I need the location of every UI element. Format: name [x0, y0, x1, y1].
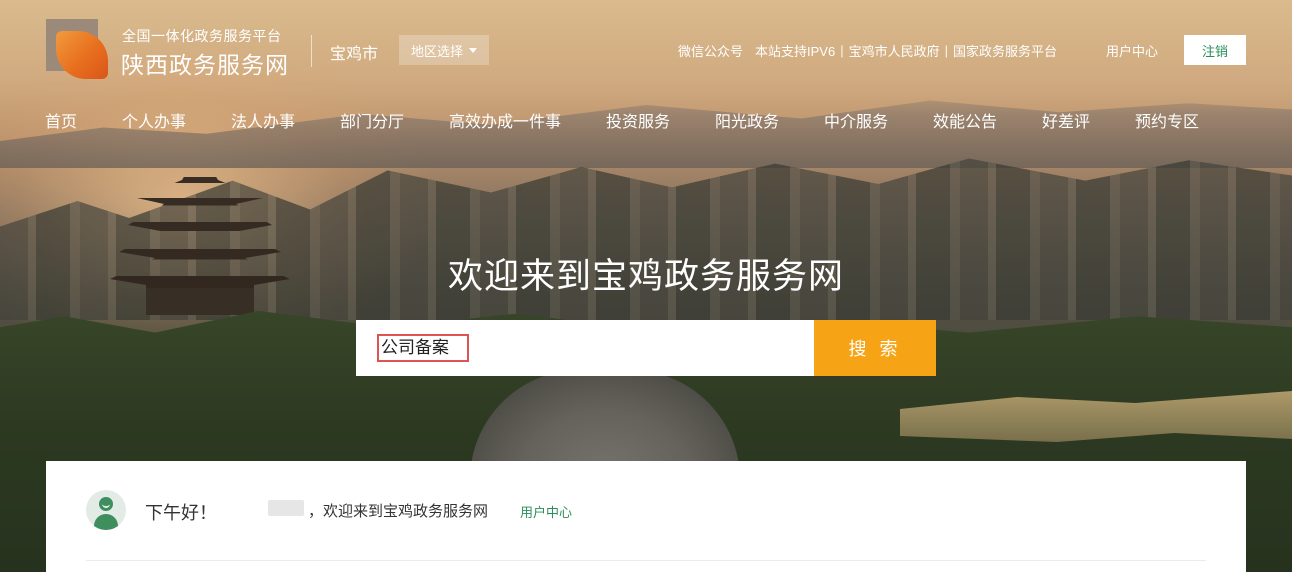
- user-panel: 下午好！ ，欢迎来到宝鸡政务服务网 用户中心: [46, 461, 1246, 572]
- link-separator: |: [944, 43, 948, 58]
- link-separator: |: [840, 43, 844, 58]
- search-field[interactable]: 公司备案: [356, 320, 814, 376]
- search-button[interactable]: 搜 索: [814, 320, 936, 376]
- nav-item-corporate[interactable]: 法人办事: [231, 108, 295, 132]
- nav-item-home[interactable]: 首页: [45, 108, 77, 132]
- site-subtitle: 全国一体化政务服务平台: [122, 28, 282, 44]
- link-national-platform[interactable]: 国家政务服务平台: [953, 41, 1057, 60]
- link-city-gov[interactable]: 宝鸡市人民政府: [849, 41, 940, 60]
- search-input[interactable]: 公司备案: [377, 334, 469, 362]
- nav-item-efficiency[interactable]: 效能公告: [933, 108, 997, 132]
- welcome-line: ，欢迎来到宝鸡政务服务网: [308, 503, 489, 520]
- current-city: 宝鸡市: [330, 46, 379, 63]
- link-ipv6[interactable]: 本站支持IPV6: [755, 41, 835, 60]
- welcome-heading: 欢迎来到宝鸡政务服务网: [447, 257, 844, 296]
- nav-item-one-thing[interactable]: 高效办成一件事: [449, 108, 561, 132]
- nav-item-agency[interactable]: 中介服务: [824, 108, 888, 132]
- panel-divider: [86, 560, 1206, 561]
- avatar[interactable]: [86, 490, 126, 530]
- nav-item-appointment[interactable]: 预约专区: [1135, 108, 1199, 132]
- site-name[interactable]: 陕西政务服务网: [121, 46, 289, 80]
- logout-button[interactable]: 注销: [1184, 35, 1246, 65]
- panel-user-center-link[interactable]: 用户中心: [520, 502, 572, 521]
- caret-down-icon: [469, 47, 477, 53]
- main-nav: 首页 个人办事 法人办事 部门分厅 高效办成一件事 投资服务 阳光政务 中介服务…: [0, 108, 1292, 132]
- greeting-text: 下午好！: [145, 503, 217, 523]
- site-logo[interactable]: [46, 19, 108, 80]
- header-divider: [311, 35, 312, 67]
- avatar-body-icon: [94, 514, 118, 530]
- user-center-link[interactable]: 用户中心: [1106, 41, 1158, 60]
- nav-item-rating[interactable]: 好差评: [1042, 108, 1090, 132]
- link-wechat[interactable]: 微信公众号: [678, 41, 743, 60]
- top-links: 微信公众号 本站支持IPV6 | 宝鸡市人民政府 | 国家政务服务平台: [678, 41, 1057, 60]
- region-select-label: 地区选择: [410, 43, 463, 59]
- nav-item-investment[interactable]: 投资服务: [606, 108, 670, 132]
- logo-leaf-icon: [56, 31, 108, 79]
- nav-item-departments[interactable]: 部门分厅: [340, 108, 404, 132]
- nav-item-personal[interactable]: 个人办事: [122, 108, 186, 132]
- masked-username: [268, 500, 304, 516]
- nav-item-sunshine[interactable]: 阳光政务: [715, 108, 779, 132]
- region-select-button[interactable]: 地区选择: [399, 35, 489, 65]
